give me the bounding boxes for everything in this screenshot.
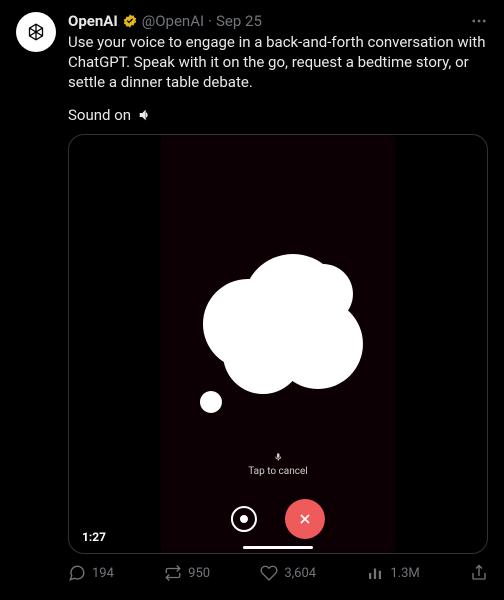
cancel-button[interactable]: [285, 499, 325, 539]
voice-controls: [231, 499, 325, 539]
tweet-container: OpenAI @OpenAI · Sep 25 Use your voice t…: [0, 0, 504, 594]
verified-badge-icon: [122, 13, 138, 29]
views-icon: [366, 564, 384, 582]
share-button[interactable]: [470, 564, 488, 582]
tweet-text: Use your voice to engage in a back-and-f…: [68, 32, 488, 92]
tweet-main: OpenAI @OpenAI · Sep 25 Use your voice t…: [68, 12, 488, 582]
home-indicator: [243, 546, 313, 549]
tap-to-cancel-label: Tap to cancel: [248, 466, 307, 477]
share-icon: [470, 564, 488, 582]
mic-hint: Tap to cancel: [248, 452, 307, 477]
sound-on-row: Sound on: [68, 106, 488, 124]
header-separator: ·: [208, 12, 212, 30]
reply-icon: [68, 564, 86, 582]
video-timestamp: 1:27: [77, 529, 111, 545]
views-count: 1.3M: [390, 566, 419, 581]
like-button[interactable]: 3,604: [260, 564, 316, 582]
thought-bubble-tail: [200, 391, 222, 413]
tweet-actions: 194 950 3,604 1.3M: [68, 564, 488, 582]
ellipsis-icon: [470, 12, 488, 30]
record-button[interactable]: [231, 506, 257, 532]
tweet-header: OpenAI @OpenAI · Sep 25: [68, 12, 488, 30]
thought-bubble-icon: [193, 244, 363, 394]
tweet-date[interactable]: Sep 25: [216, 12, 262, 30]
mic-icon: [273, 452, 283, 462]
more-button[interactable]: [470, 12, 488, 30]
sound-on-label: Sound on: [68, 106, 131, 124]
avatar[interactable]: [16, 12, 56, 52]
like-count: 3,604: [284, 566, 316, 581]
phone-screen: Tap to cancel: [161, 135, 395, 553]
repost-count: 950: [188, 566, 210, 581]
speaker-icon: [137, 107, 153, 123]
repost-icon: [164, 564, 182, 582]
close-icon: [297, 511, 313, 527]
openai-logo-icon: [23, 19, 49, 45]
repost-button[interactable]: 950: [164, 564, 210, 582]
views-button[interactable]: 1.3M: [366, 564, 419, 582]
avatar-column: [16, 12, 56, 582]
author-handle[interactable]: @OpenAI: [142, 12, 204, 30]
video-media[interactable]: Tap to cancel 1:27: [68, 134, 488, 554]
author-name[interactable]: OpenAI: [68, 12, 118, 30]
heart-icon: [260, 564, 278, 582]
record-dot-icon: [240, 515, 248, 523]
reply-count: 194: [92, 566, 114, 581]
reply-button[interactable]: 194: [68, 564, 114, 582]
